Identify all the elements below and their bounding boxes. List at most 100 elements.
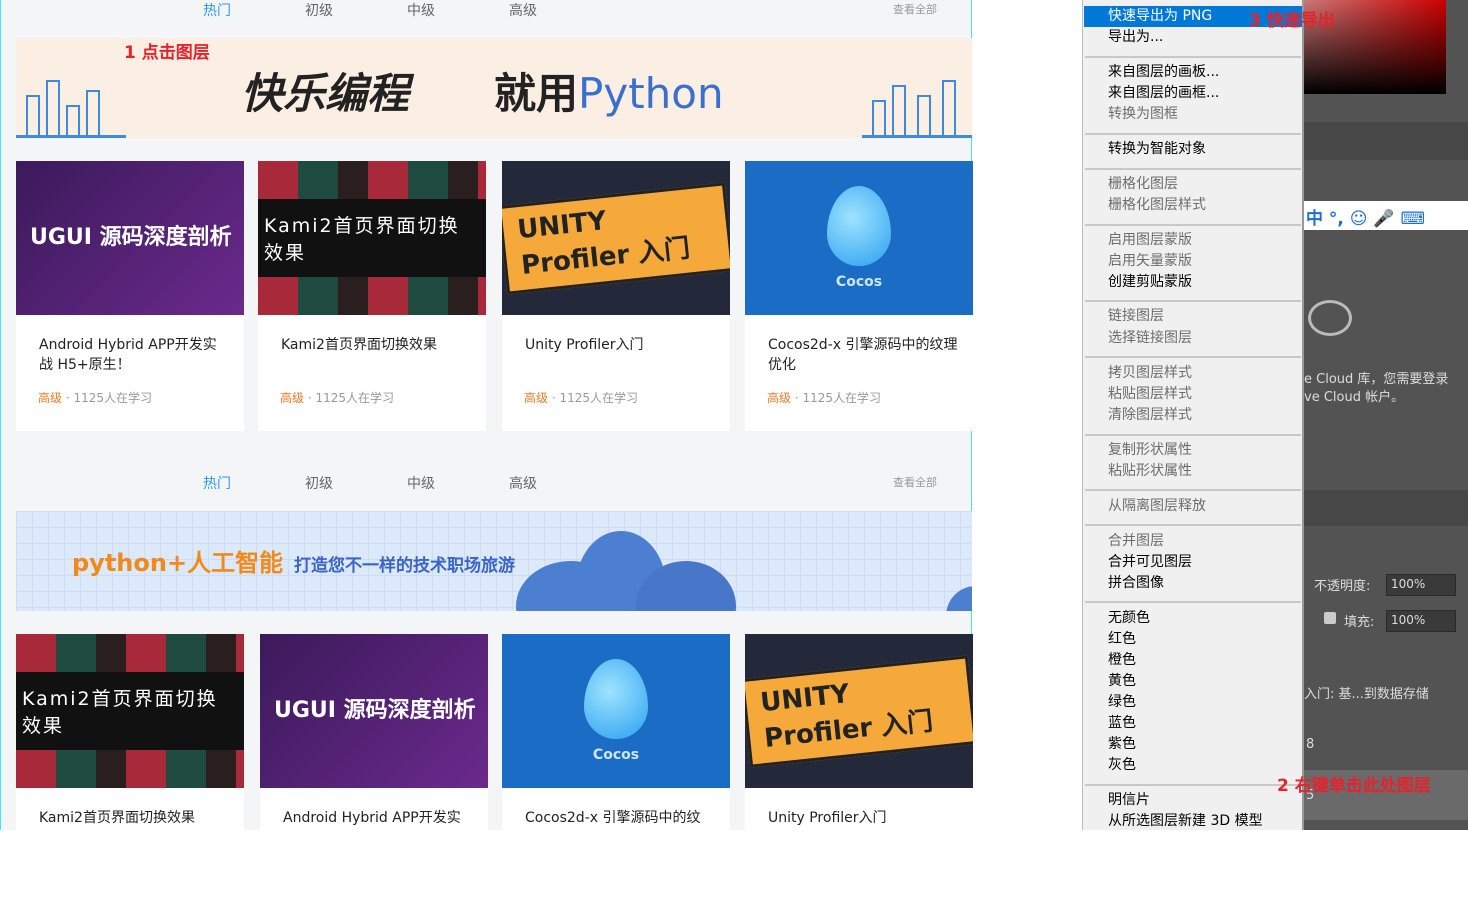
menu-item[interactable]: 合并可见图层	[1084, 552, 1302, 573]
course-title: Unity Profiler入门	[768, 810, 887, 826]
category-tabs: 热门 初级 中级 高级 查看全部	[1, 473, 973, 497]
menu-item[interactable]: 拼合图像	[1084, 573, 1302, 594]
city-illustration	[16, 78, 126, 138]
course-card[interactable]: Kami2首页界面切换效果 Kami2首页界面切换效果	[16, 634, 244, 904]
category-tabs: 热门 初级 中级 高级 查看全部	[1, 0, 973, 24]
menu-separator	[1085, 356, 1301, 358]
tab-hot[interactable]: 热门	[203, 473, 231, 493]
menu-separator	[1085, 434, 1301, 436]
menu-item[interactable]: 蓝色	[1084, 713, 1302, 734]
course-thumbnail: Kami2首页界面切换效果	[16, 634, 244, 788]
menu-item: 拷贝图层样式	[1108, 365, 1192, 381]
course-meta: 高级 · 1125人在学习	[767, 391, 882, 405]
menu-item[interactable]: 无颜色	[1084, 608, 1302, 629]
course-card[interactable]: Cocos Cocos2d-x 引擎源码中的纹理优化 高级 · 1125人在学习	[745, 161, 973, 431]
menu-item: 栅格化图层	[1108, 176, 1178, 192]
course-title: Unity Profiler入门	[525, 337, 644, 353]
menu-item[interactable]: 绿色	[1084, 692, 1302, 713]
step3-annotation: 3 快速导出	[1249, 11, 1335, 31]
menu-item[interactable]: 来自图层的画板...	[1084, 62, 1302, 83]
opacity-input[interactable]: 100%	[1386, 574, 1456, 596]
menu-separator	[1085, 601, 1301, 603]
layer-row[interactable]: 8	[1306, 737, 1314, 752]
step1-annotation: 1 点击图层	[124, 43, 210, 63]
menu-item: 粘贴图层样式	[1108, 386, 1192, 402]
banner-text: 就用Python	[494, 69, 724, 118]
course-card[interactable]: UGUI 源码深度剖析 Android Hybrid APP开发实	[260, 634, 488, 904]
layer-row[interactable]: 入门: 基...到数据存储	[1304, 683, 1429, 702]
menu-item[interactable]: 转换为智能对象	[1084, 139, 1302, 160]
photoshop-panels: 中 °, ☺ 🎤 ⌨ e Cloud 库，您需要登录 ve Cloud 帐户。 …	[1304, 0, 1468, 830]
course-thumbnail: UNITY Profiler 入门	[745, 634, 973, 788]
course-title: Android Hybrid APP开发实战 H5+原生！	[39, 337, 217, 373]
webpage-canvas: 热门 初级 中级 高级 查看全部 1 点击图层 快乐编程 就用Python UG…	[0, 0, 973, 904]
course-card[interactable]: UNITY Profiler 入门 Unity Profiler入门 高级 · …	[502, 161, 730, 431]
tab-beginner[interactable]: 初级	[305, 0, 333, 20]
course-thumbnail: UNITY Profiler 入门	[502, 161, 730, 315]
menu-separator	[1085, 168, 1301, 170]
course-title: Kami2首页界面切换效果	[39, 810, 195, 826]
city-illustration	[862, 78, 972, 138]
course-thumbnail: UGUI 源码深度剖析	[260, 634, 488, 788]
menu-item[interactable]: 紫色	[1084, 734, 1302, 755]
menu-item: 链接图层	[1108, 308, 1164, 324]
step2-annotation: 2 右键单击此处图层	[1277, 776, 1431, 796]
course-meta: 高级 · 1125人在学习	[524, 391, 639, 405]
banner-text: 打造您不一样的技术职场旅游	[294, 556, 515, 576]
tab-advanced[interactable]: 高级	[509, 473, 537, 493]
menu-item[interactable]: 从所选图层新建 3D 模型	[1084, 811, 1302, 832]
menu-item: 粘贴形状属性	[1108, 463, 1192, 479]
menu-separator	[1085, 784, 1301, 786]
menu-item: 转换为图框	[1108, 106, 1178, 122]
menu-item[interactable]: 橙色	[1084, 650, 1302, 671]
banner-text: 快乐编程	[241, 69, 410, 118]
tab-intermediate[interactable]: 中级	[407, 0, 435, 20]
python-banner[interactable]: 1 点击图层 快乐编程 就用Python	[16, 38, 972, 138]
fill-input[interactable]: 100%	[1386, 610, 1456, 632]
course-card[interactable]: Kami2首页界面切换效果 Kami2首页界面切换效果 高级 · 1125人在学…	[258, 161, 486, 431]
course-card[interactable]: UNITY Profiler 入门 Unity Profiler入门	[745, 634, 973, 904]
menu-item: 栅格化图层样式	[1108, 197, 1206, 213]
view-all-link[interactable]: 查看全部	[893, 474, 937, 490]
view-all-link[interactable]: 查看全部	[893, 1, 937, 17]
course-card[interactable]: UGUI 源码深度剖析 Android Hybrid APP开发实战 H5+原生…	[16, 161, 244, 431]
menu-item: 启用图层蒙版	[1108, 232, 1192, 248]
course-thumbnail: Cocos	[502, 634, 730, 788]
course-thumbnail: UGUI 源码深度剖析	[16, 161, 244, 315]
tab-hot[interactable]: 热门	[203, 0, 231, 20]
menu-item[interactable]: 创建剪贴蒙版	[1084, 272, 1302, 293]
course-card[interactable]: Cocos Cocos2d-x 引擎源码中的纹	[502, 634, 730, 904]
creative-cloud-icon	[1308, 300, 1352, 336]
menu-separator	[1085, 224, 1301, 226]
course-meta: 高级 · 1125人在学习	[38, 391, 153, 405]
menu-separator	[1085, 524, 1301, 526]
tab-advanced[interactable]: 高级	[509, 0, 537, 20]
tab-intermediate[interactable]: 中级	[407, 473, 435, 493]
ai-banner[interactable]: python+人工智能 打造您不一样的技术职场旅游	[16, 511, 972, 611]
cloud-message: e Cloud 库，您需要登录	[1304, 372, 1449, 387]
menu-item[interactable]: 来自图层的画框...	[1084, 83, 1302, 104]
menu-separator	[1085, 56, 1301, 58]
course-title: Cocos2d-x 引擎源码中的纹理优化	[768, 337, 958, 373]
menu-item: 从隔离图层释放	[1108, 498, 1206, 514]
tab-beginner[interactable]: 初级	[305, 473, 333, 493]
lock-icon[interactable]	[1324, 612, 1336, 624]
course-thumbnail: Cocos	[745, 161, 973, 315]
menu-item: 复制形状属性	[1108, 442, 1192, 458]
menu-item[interactable]: 红色	[1084, 629, 1302, 650]
menu-item: 选择链接图层	[1108, 330, 1192, 346]
ime-toolbar[interactable]: 中 °, ☺ 🎤 ⌨	[1304, 201, 1468, 230]
opacity-label: 不透明度:	[1314, 579, 1371, 594]
course-title: Cocos2d-x 引擎源码中的纹	[525, 810, 701, 826]
menu-separator	[1085, 133, 1301, 135]
fill-label: 填充:	[1344, 615, 1375, 630]
menu-separator	[1085, 300, 1301, 302]
menu-item: 清除图层样式	[1108, 407, 1192, 423]
menu-item: 启用矢量蒙版	[1108, 253, 1192, 269]
menu-item[interactable]: 灰色	[1084, 755, 1302, 776]
banner-text: python+人工智能	[72, 549, 284, 577]
course-thumbnail: Kami2首页界面切换效果	[258, 161, 486, 315]
menu-item[interactable]: 黄色	[1084, 671, 1302, 692]
course-meta: 高级 · 1125人在学习	[280, 391, 395, 405]
menu-item[interactable]: 明信片	[1084, 790, 1302, 811]
